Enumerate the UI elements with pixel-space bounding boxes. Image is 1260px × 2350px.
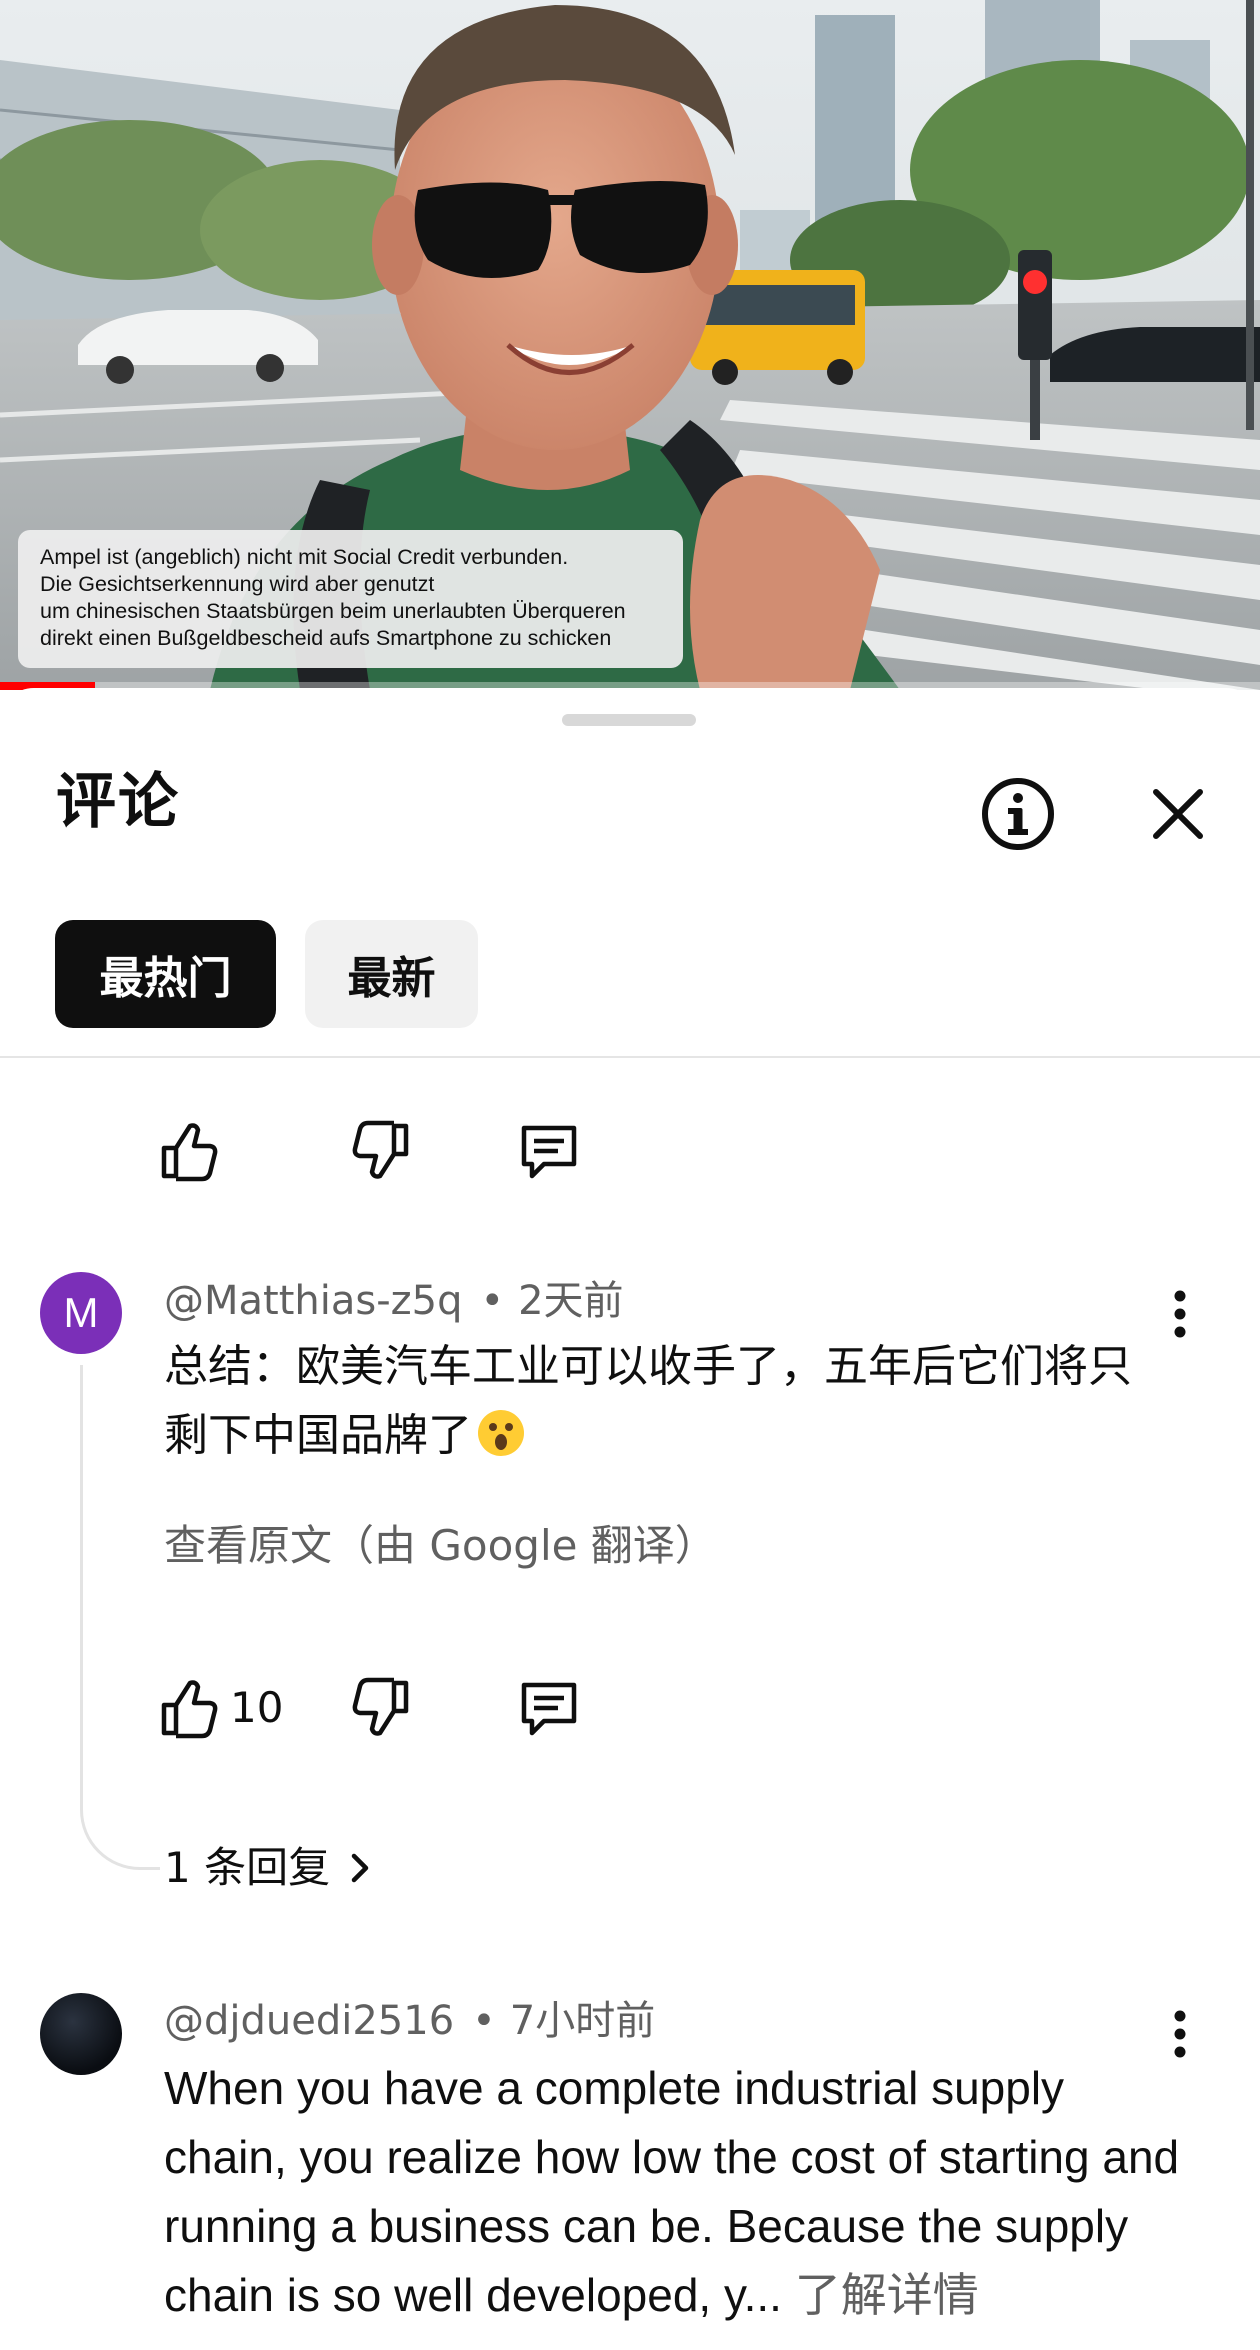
thumbs-up-icon bbox=[161, 1680, 218, 1739]
like-button[interactable] bbox=[156, 1675, 222, 1741]
comment-time: 7小时前 bbox=[509, 1998, 656, 2044]
reply-button[interactable] bbox=[516, 1118, 582, 1184]
video-subtitle: Ampel ist (angeblich) nicht mit Social C… bbox=[18, 530, 683, 668]
comment-meta: @Matthias-z5q • 2天前 bbox=[164, 1278, 624, 1324]
view-replies-button[interactable]: 1 条回复 bbox=[164, 1838, 374, 1898]
comment-text: 总结：欧美汽车工业可以收手了，五年后它们将只剩下中国品牌了 bbox=[164, 1332, 1174, 1470]
chevron-right-icon bbox=[351, 1853, 369, 1883]
reply-thread-line bbox=[80, 1365, 160, 1870]
close-icon bbox=[1153, 789, 1203, 839]
dislike-button[interactable] bbox=[348, 1675, 414, 1741]
subtitle-line: um chinesischen Staatsbürgen beim unerla… bbox=[40, 599, 626, 623]
comment-text-content: When you have a complete industrial supp… bbox=[164, 2062, 1180, 2321]
comment-icon bbox=[521, 1682, 577, 1736]
subtitle-line: Ampel ist (angeblich) nicht mit Social C… bbox=[40, 545, 569, 569]
dislike-button[interactable] bbox=[348, 1118, 414, 1184]
info-button[interactable] bbox=[978, 774, 1058, 854]
read-more-link[interactable]: 了解详情 bbox=[795, 2269, 979, 2321]
close-button[interactable] bbox=[1140, 776, 1216, 852]
avatar[interactable]: M bbox=[40, 1272, 122, 1354]
thumbs-down-icon bbox=[352, 1120, 409, 1179]
sheet-drag-handle[interactable] bbox=[562, 714, 696, 726]
comment-meta: @djduedi2516 • 7小时前 bbox=[164, 1998, 656, 2044]
thumbs-up-icon bbox=[161, 1123, 218, 1182]
comment-author[interactable]: @Matthias-z5q bbox=[164, 1278, 462, 1324]
video-player[interactable]: Ampel ist (angeblich) nicht mit Social C… bbox=[0, 0, 1260, 690]
thumbs-down-icon bbox=[352, 1677, 409, 1736]
avatar-letter: M bbox=[63, 1289, 99, 1336]
avatar[interactable] bbox=[40, 1993, 122, 2075]
like-button[interactable] bbox=[156, 1118, 222, 1184]
info-icon bbox=[982, 778, 1054, 850]
replies-label: 1 条回复 bbox=[164, 1843, 331, 1892]
sort-chip-newest[interactable]: 最新 bbox=[305, 920, 478, 1028]
comment-author[interactable]: @djduedi2516 bbox=[164, 1998, 454, 2044]
subtitle-line: direkt einen Bußgeldbescheid aufs Smartp… bbox=[40, 626, 612, 650]
like-count: 10 bbox=[230, 1683, 284, 1732]
subtitle-line: Die Gesichtserkennung wird aber genutzt bbox=[40, 572, 435, 596]
divider bbox=[0, 1056, 1260, 1058]
comment-time: 2天前 bbox=[518, 1278, 624, 1324]
astonished-face-emoji bbox=[478, 1410, 524, 1456]
reply-button[interactable] bbox=[516, 1675, 582, 1741]
view-original-link[interactable]: 查看原文（由 Google 翻译） bbox=[164, 1518, 717, 1574]
comment-icon bbox=[521, 1125, 577, 1179]
sheet-title: 评论 bbox=[56, 767, 180, 837]
comment-text: When you have a complete industrial supp… bbox=[164, 2054, 1194, 2330]
sort-chip-top[interactable]: 最热门 bbox=[55, 920, 276, 1028]
comment-text-content: 总结：欧美汽车工业可以收手了，五年后它们将只剩下中国品牌了 bbox=[164, 1341, 1132, 1461]
